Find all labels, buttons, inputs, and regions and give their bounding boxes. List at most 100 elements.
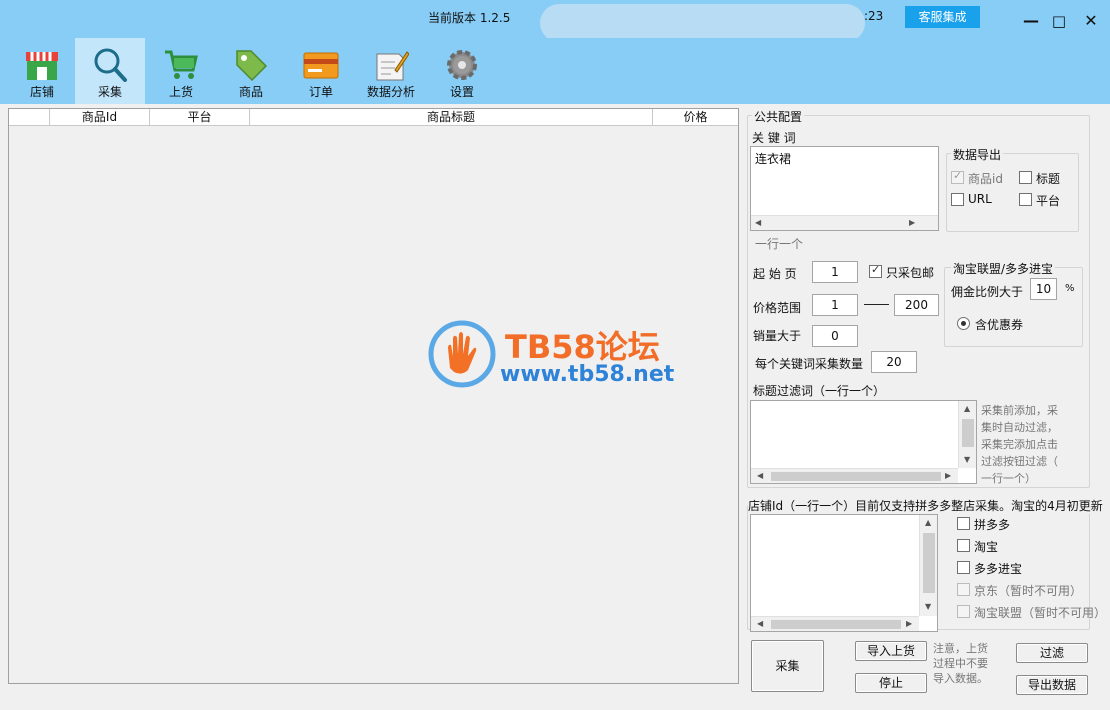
shop-id-textarea[interactable]: ▲ ▼ ◀ ▶ (750, 514, 938, 632)
check-icon: ✓ (953, 169, 963, 182)
platform-pdd-checkbox[interactable] (957, 517, 970, 530)
platform-taobao-checkbox[interactable] (957, 539, 970, 552)
export-platform-checkbox[interactable] (1019, 193, 1032, 206)
config-group-title: 公共配置 (752, 108, 805, 125)
note-line: 一行一个） (981, 472, 1036, 485)
note-line: 集时自动过滤， (981, 421, 1058, 434)
column-header-platform[interactable]: 平台 (150, 109, 250, 126)
per-keyword-input[interactable]: 20 (871, 351, 917, 373)
scroll-left-icon: ◀ (757, 471, 764, 480)
nav-label: 店铺 (29, 85, 54, 99)
close-button[interactable]: ✕ (1080, 10, 1102, 32)
minimize-button[interactable]: — (1020, 10, 1042, 32)
export-data-button[interactable]: 导出数据 (1016, 675, 1088, 695)
tag-icon (236, 50, 268, 82)
keywords-hscroll[interactable]: ◀ ▶ (751, 215, 938, 230)
gear-icon (447, 50, 477, 80)
coupon-label: 含优惠券 (975, 318, 1024, 332)
price-min-input[interactable]: 1 (812, 294, 858, 316)
card-icon (303, 52, 339, 79)
scroll-thumb (771, 472, 941, 481)
export-title-checkbox[interactable] (1019, 171, 1032, 184)
platform-taobao-union-checkbox[interactable] (957, 605, 970, 618)
export-platform-label: 平台 (1036, 194, 1061, 208)
collect-button[interactable]: 采集 (751, 640, 824, 692)
results-table[interactable]: 商品Id 平台 商品标题 价格 (8, 108, 739, 684)
column-header-price[interactable]: 价格 (653, 109, 738, 126)
nav-item-analytics[interactable]: 数据分析 (356, 38, 426, 104)
price-max-input[interactable]: 200 (894, 294, 939, 316)
watermark-logo (428, 320, 496, 388)
nav-item-settings[interactable]: 设置 (427, 38, 497, 104)
shop-vscroll[interactable]: ▲ ▼ (919, 515, 937, 616)
nav-item-orders[interactable]: 订单 (286, 38, 356, 104)
scroll-down-icon: ▼ (925, 602, 932, 611)
table-header: 商品Id 平台 商品标题 价格 (9, 109, 738, 126)
platform-jd-label: 京东（暂时不可用） (974, 584, 1083, 598)
platform-pdd-label: 拼多多 (974, 518, 1011, 532)
export-product-id-checkbox[interactable]: ✓ (951, 169, 964, 184)
platform-taobao-label: 淘宝 (974, 540, 999, 554)
nav-label: 订单 (308, 85, 333, 99)
title-filter-vscroll[interactable]: ▲ ▼ (958, 401, 976, 468)
range-divider (864, 304, 889, 305)
commission-input[interactable]: 10 (1030, 278, 1057, 300)
nav-item-goods[interactable]: 商品 (216, 38, 286, 104)
column-header-product-id[interactable]: 商品Id (50, 109, 150, 126)
keywords-label: 关 键 词 (752, 131, 796, 145)
platform-ddjb-label: 多多进宝 (974, 562, 1023, 576)
export-url-checkbox[interactable] (951, 193, 964, 206)
time-label: :23 (864, 9, 884, 23)
nav-item-collect[interactable]: 采集 (75, 38, 145, 104)
scroll-up-icon: ▲ (964, 404, 971, 413)
cart-icon (165, 50, 198, 79)
nav-label: 采集 (97, 85, 122, 99)
column-header[interactable] (9, 109, 50, 126)
scroll-thumb (771, 620, 901, 629)
import-upload-button[interactable]: 导入上货 (855, 641, 927, 661)
free-shipping-label: 只采包邮 (886, 266, 935, 280)
union-group-title: 淘宝联盟/多多进宝 (951, 260, 1056, 277)
title-filter-note: 采集前添加，采 集时自动过滤， 采集完添加点击 过滤按钮过滤（ 一行一个） (981, 402, 1058, 487)
scroll-left-icon: ◀ (757, 619, 764, 628)
nav-label: 设置 (449, 85, 474, 99)
price-range-label: 价格范围 (753, 301, 802, 315)
customer-service-button[interactable]: 客服集成 (905, 6, 980, 28)
note-line: 导入数据。 (933, 672, 988, 685)
blurred-region (540, 4, 865, 42)
scroll-left-icon: ◀ (755, 218, 762, 227)
scroll-right-icon: ▶ (906, 619, 913, 628)
filter-button[interactable]: 过滤 (1016, 643, 1088, 663)
coupon-radio[interactable] (957, 317, 970, 330)
platform-ddjb-checkbox[interactable] (957, 561, 970, 574)
column-header-title[interactable]: 商品标题 (250, 109, 653, 126)
start-page-input[interactable]: 1 (812, 261, 858, 283)
watermark-url: www.tb58.net (500, 362, 675, 387)
export-group-title: 数据导出 (951, 146, 1004, 163)
title-filter-hscroll[interactable]: ◀ ▶ (751, 468, 958, 483)
union-group (944, 267, 1083, 347)
sales-input[interactable]: 0 (812, 325, 858, 347)
export-title-label: 标题 (1036, 172, 1061, 186)
title-filter-label: 标题过滤词（一行一个） (753, 384, 886, 398)
export-url-label: URL (968, 192, 992, 206)
scroll-right-icon: ▶ (945, 471, 952, 480)
scroll-thumb (923, 533, 935, 593)
chart-icon (376, 51, 409, 81)
maximize-button[interactable]: □ (1048, 10, 1070, 32)
title-filter-textarea[interactable]: ▲ ▼ ◀ ▶ (750, 400, 977, 484)
commission-label: 佣金比例大于 (951, 285, 1024, 299)
keywords-value: 连衣裙 (755, 152, 792, 166)
keywords-textarea[interactable]: 连衣裙 ◀ ▶ (750, 146, 939, 231)
free-shipping-checkbox[interactable]: ✓ (869, 263, 882, 278)
shop-hscroll[interactable]: ◀ ▶ (751, 616, 919, 631)
per-keyword-label: 每个关键词采集数量 (755, 357, 864, 371)
keywords-hint: 一行一个 (755, 237, 804, 251)
nav-item-shop[interactable]: 店铺 (7, 38, 77, 104)
platform-taobao-union-label: 淘宝联盟（暂时不可用） (974, 606, 1107, 620)
platform-jd-checkbox[interactable] (957, 583, 970, 596)
scroll-right-icon: ▶ (909, 218, 916, 227)
nav-item-upload[interactable]: 上货 (146, 38, 216, 104)
stop-button[interactable]: 停止 (855, 673, 927, 693)
shop-icon (26, 52, 58, 80)
